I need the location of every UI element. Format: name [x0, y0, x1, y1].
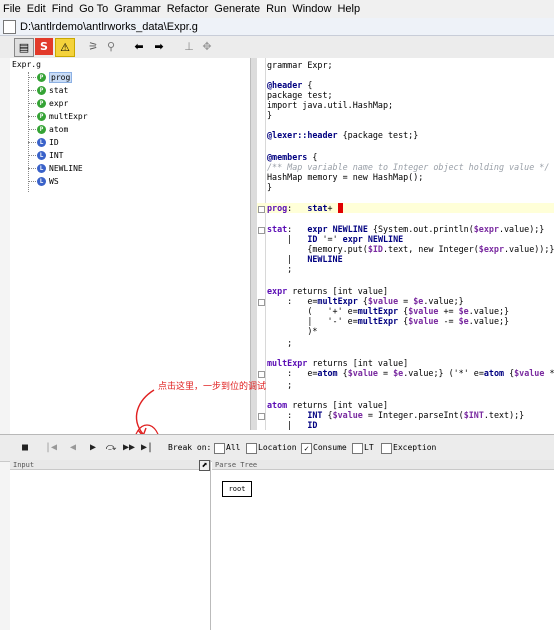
checkbox-exception[interactable] — [381, 443, 392, 454]
fast-forward-icon[interactable]: ▶▶ — [122, 441, 136, 455]
parse-tree-root-node[interactable]: root — [222, 481, 252, 497]
input-panel[interactable]: Input — [10, 460, 211, 630]
go-to-start-icon[interactable]: |◀ — [44, 441, 58, 455]
checkbox-lt[interactable] — [352, 443, 363, 454]
checkbox-consume[interactable]: ✓ — [301, 443, 312, 454]
annotation-arrow — [135, 389, 155, 435]
step-back-icon[interactable]: ◀ — [66, 441, 80, 455]
input-panel-header: Input — [10, 460, 210, 470]
parse-tree-panel[interactable]: Parse Tree — [212, 460, 554, 630]
checkbox-location-label: Location — [258, 443, 297, 452]
break-on-label: Break on: — [168, 443, 212, 452]
checkbox-exception-label: Exception — [393, 443, 437, 452]
checkbox-all-label: All — [226, 443, 241, 452]
debugger-toolbar: ■ |◀ ◀ ▶ ⤼ ▶▶ ▶| Break on: All Location … — [0, 434, 554, 462]
step-over-icon[interactable]: ⤼ — [104, 441, 118, 455]
checkbox-consume-label: Consume — [313, 443, 347, 452]
detach-icon[interactable]: ⬈ — [199, 460, 210, 471]
step-forward-icon[interactable]: ▶ — [86, 441, 100, 455]
stop-icon[interactable]: ■ — [18, 441, 32, 455]
checkbox-lt-label: LT — [364, 443, 374, 452]
checkbox-all[interactable] — [214, 443, 225, 454]
checkbox-location[interactable] — [246, 443, 257, 454]
parse-tree-header: Parse Tree — [212, 460, 554, 470]
go-to-end-icon[interactable]: ▶| — [140, 441, 154, 455]
